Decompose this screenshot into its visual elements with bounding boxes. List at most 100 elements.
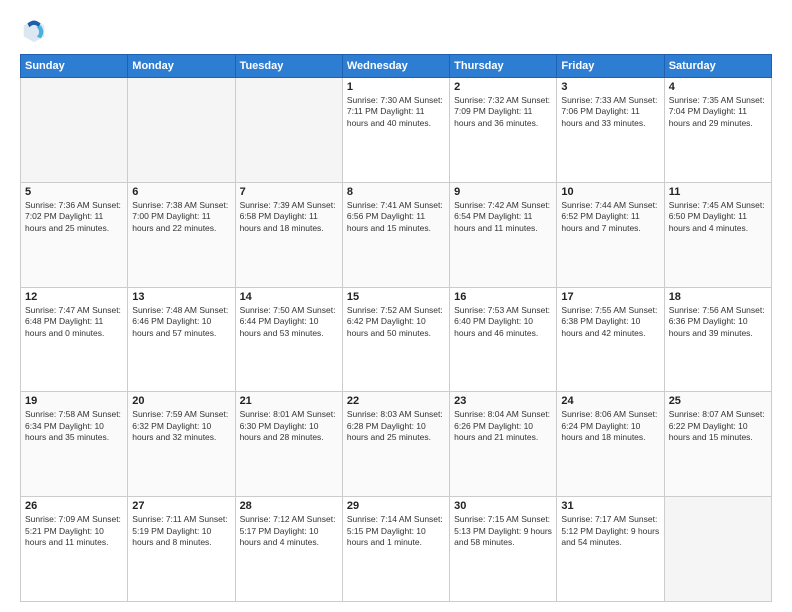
day-info: Sunrise: 8:07 AM Sunset: 6:22 PM Dayligh… xyxy=(669,409,767,443)
day-number: 20 xyxy=(132,395,230,407)
day-number: 11 xyxy=(669,186,767,198)
day-info: Sunrise: 7:33 AM Sunset: 7:06 PM Dayligh… xyxy=(561,95,659,129)
week-row-4: 19Sunrise: 7:58 AM Sunset: 6:34 PM Dayli… xyxy=(21,392,772,497)
day-cell: 29 Sunrise: 7:14 AM Sunset: 5:15 PM Dayli… xyxy=(342,497,449,602)
day-number: 24 xyxy=(561,395,659,407)
day-cell: 23 Sunrise: 8:04 AM Sunset: 6:26 PM Dayli… xyxy=(450,392,557,497)
day-info: Sunrise: 8:03 AM Sunset: 6:28 PM Dayligh… xyxy=(347,409,445,443)
day-info: Sunrise: 8:06 AM Sunset: 6:24 PM Dayligh… xyxy=(561,409,659,443)
day-cell: 8 Sunrise: 7:41 AM Sunset: 6:56 PM Daylig… xyxy=(342,182,449,287)
day-info: Sunrise: 7:32 AM Sunset: 7:09 PM Dayligh… xyxy=(454,95,552,129)
page: SundayMondayTuesdayWednesdayThursdayFrid… xyxy=(0,0,792,612)
day-cell: 15 Sunrise: 7:52 AM Sunset: 6:42 PM Dayli… xyxy=(342,287,449,392)
day-cell: 13 Sunrise: 7:48 AM Sunset: 6:46 PM Dayli… xyxy=(128,287,235,392)
weekday-header-monday: Monday xyxy=(128,55,235,78)
day-cell: 22 Sunrise: 8:03 AM Sunset: 6:28 PM Dayli… xyxy=(342,392,449,497)
day-cell: 1 Sunrise: 7:30 AM Sunset: 7:11 PM Daylig… xyxy=(342,78,449,183)
day-cell: 12 Sunrise: 7:47 AM Sunset: 6:48 PM Dayli… xyxy=(21,287,128,392)
logo xyxy=(20,16,52,44)
day-cell: 27 Sunrise: 7:11 AM Sunset: 5:19 PM Dayli… xyxy=(128,497,235,602)
day-cell: 9Sunrise: 7:42 AM Sunset: 6:54 PM Daylig… xyxy=(450,182,557,287)
day-cell: 14Sunrise: 7:50 AM Sunset: 6:44 PM Dayli… xyxy=(235,287,342,392)
day-cell: 24 Sunrise: 8:06 AM Sunset: 6:24 PM Dayli… xyxy=(557,392,664,497)
day-info: Sunrise: 8:01 AM Sunset: 6:30 PM Dayligh… xyxy=(240,409,338,443)
day-cell: 6Sunrise: 7:38 AM Sunset: 7:00 PM Daylig… xyxy=(128,182,235,287)
day-number: 3 xyxy=(561,81,659,93)
day-number: 30 xyxy=(454,500,552,512)
day-info: Sunrise: 8:04 AM Sunset: 6:26 PM Dayligh… xyxy=(454,409,552,443)
week-row-5: 26Sunrise: 7:09 AM Sunset: 5:21 PM Dayli… xyxy=(21,497,772,602)
week-row-3: 12 Sunrise: 7:47 AM Sunset: 6:48 PM Dayli… xyxy=(21,287,772,392)
day-cell: 7 Sunrise: 7:39 AM Sunset: 6:58 PM Daylig… xyxy=(235,182,342,287)
day-cell: 17 Sunrise: 7:55 AM Sunset: 6:38 PM Dayli… xyxy=(557,287,664,392)
day-cell: 28 Sunrise: 7:12 AM Sunset: 5:17 PM Dayli… xyxy=(235,497,342,602)
day-cell: 30 Sunrise: 7:15 AM Sunset: 5:13 PM Dayli… xyxy=(450,497,557,602)
weekday-header-friday: Friday xyxy=(557,55,664,78)
day-cell xyxy=(235,78,342,183)
day-cell: 3 Sunrise: 7:33 AM Sunset: 7:06 PM Daylig… xyxy=(557,78,664,183)
day-info: Sunrise: 7:30 AM Sunset: 7:11 PM Dayligh… xyxy=(347,95,445,129)
weekday-header-row: SundayMondayTuesdayWednesdayThursdayFrid… xyxy=(21,55,772,78)
day-info: Sunrise: 7:14 AM Sunset: 5:15 PM Dayligh… xyxy=(347,514,445,548)
weekday-header-thursday: Thursday xyxy=(450,55,557,78)
day-info: Sunrise: 7:59 AM Sunset: 6:32 PM Dayligh… xyxy=(132,409,230,443)
day-info: Sunrise: 7:47 AM Sunset: 6:48 PM Dayligh… xyxy=(25,305,123,339)
day-cell: 11 Sunrise: 7:45 AM Sunset: 6:50 PM Dayli… xyxy=(664,182,771,287)
day-info: Sunrise: 7:55 AM Sunset: 6:38 PM Dayligh… xyxy=(561,305,659,339)
day-number: 4 xyxy=(669,81,767,93)
day-number: 8 xyxy=(347,186,445,198)
day-number: 15 xyxy=(347,291,445,303)
day-number: 7 xyxy=(240,186,338,198)
day-info: Sunrise: 7:45 AM Sunset: 6:50 PM Dayligh… xyxy=(669,200,767,234)
day-number: 17 xyxy=(561,291,659,303)
day-info: Sunrise: 7:12 AM Sunset: 5:17 PM Dayligh… xyxy=(240,514,338,548)
day-info: Sunrise: 7:41 AM Sunset: 6:56 PM Dayligh… xyxy=(347,200,445,234)
day-number: 25 xyxy=(669,395,767,407)
day-number: 13 xyxy=(132,291,230,303)
day-cell: 21 Sunrise: 8:01 AM Sunset: 6:30 PM Dayli… xyxy=(235,392,342,497)
day-cell: 31 Sunrise: 7:17 AM Sunset: 5:12 PM Dayli… xyxy=(557,497,664,602)
day-info: Sunrise: 7:17 AM Sunset: 5:12 PM Dayligh… xyxy=(561,514,659,548)
day-number: 23 xyxy=(454,395,552,407)
day-number: 2 xyxy=(454,81,552,93)
weekday-header-saturday: Saturday xyxy=(664,55,771,78)
day-number: 21 xyxy=(240,395,338,407)
day-info: Sunrise: 7:15 AM Sunset: 5:13 PM Dayligh… xyxy=(454,514,552,548)
day-number: 29 xyxy=(347,500,445,512)
day-number: 31 xyxy=(561,500,659,512)
day-number: 1 xyxy=(347,81,445,93)
day-info: Sunrise: 7:39 AM Sunset: 6:58 PM Dayligh… xyxy=(240,200,338,234)
day-info: Sunrise: 7:56 AM Sunset: 6:36 PM Dayligh… xyxy=(669,305,767,339)
day-number: 6 xyxy=(132,186,230,198)
day-info: Sunrise: 7:36 AM Sunset: 7:02 PM Dayligh… xyxy=(25,200,123,234)
day-number: 18 xyxy=(669,291,767,303)
day-cell: 25 Sunrise: 8:07 AM Sunset: 6:22 PM Dayli… xyxy=(664,392,771,497)
day-number: 22 xyxy=(347,395,445,407)
day-number: 14 xyxy=(240,291,338,303)
day-info: Sunrise: 7:11 AM Sunset: 5:19 PM Dayligh… xyxy=(132,514,230,548)
day-cell xyxy=(128,78,235,183)
week-row-1: 1 Sunrise: 7:30 AM Sunset: 7:11 PM Daylig… xyxy=(21,78,772,183)
day-info: Sunrise: 7:42 AM Sunset: 6:54 PM Dayligh… xyxy=(454,200,552,234)
day-info: Sunrise: 7:52 AM Sunset: 6:42 PM Dayligh… xyxy=(347,305,445,339)
day-info: Sunrise: 7:48 AM Sunset: 6:46 PM Dayligh… xyxy=(132,305,230,339)
day-number: 12 xyxy=(25,291,123,303)
day-cell: 19Sunrise: 7:58 AM Sunset: 6:34 PM Dayli… xyxy=(21,392,128,497)
weekday-header-tuesday: Tuesday xyxy=(235,55,342,78)
day-number: 10 xyxy=(561,186,659,198)
day-info: Sunrise: 7:53 AM Sunset: 6:40 PM Dayligh… xyxy=(454,305,552,339)
day-info: Sunrise: 7:35 AM Sunset: 7:04 PM Dayligh… xyxy=(669,95,767,129)
day-number: 27 xyxy=(132,500,230,512)
day-cell: 18 Sunrise: 7:56 AM Sunset: 6:36 PM Dayli… xyxy=(664,287,771,392)
day-cell: 2 Sunrise: 7:32 AM Sunset: 7:09 PM Daylig… xyxy=(450,78,557,183)
day-cell: 20 Sunrise: 7:59 AM Sunset: 6:32 PM Dayli… xyxy=(128,392,235,497)
weekday-header-sunday: Sunday xyxy=(21,55,128,78)
day-number: 28 xyxy=(240,500,338,512)
week-row-2: 5Sunrise: 7:36 AM Sunset: 7:02 PM Daylig… xyxy=(21,182,772,287)
day-info: Sunrise: 7:09 AM Sunset: 5:21 PM Dayligh… xyxy=(25,514,123,548)
day-cell xyxy=(664,497,771,602)
header xyxy=(20,16,772,44)
day-cell: 10Sunrise: 7:44 AM Sunset: 6:52 PM Dayli… xyxy=(557,182,664,287)
day-cell: 5Sunrise: 7:36 AM Sunset: 7:02 PM Daylig… xyxy=(21,182,128,287)
logo-icon xyxy=(20,16,48,44)
